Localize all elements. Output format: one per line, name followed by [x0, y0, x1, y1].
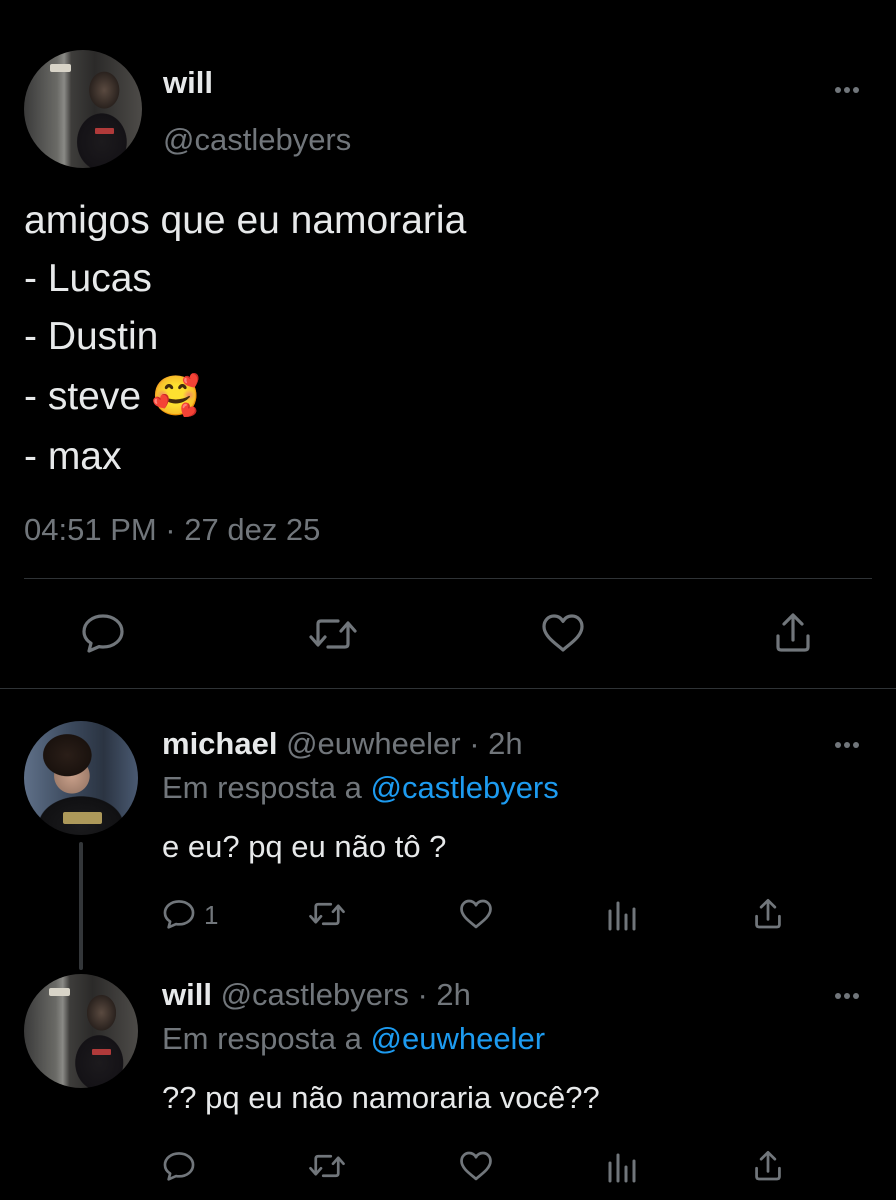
reply-icon[interactable] [80, 612, 126, 654]
avatar-sign [49, 987, 70, 996]
avatar[interactable] [24, 974, 138, 1088]
reply-text: ?? pq eu não namoraria você?? [162, 1080, 600, 1115]
handle[interactable]: @castlebyers [163, 121, 351, 159]
avatar[interactable] [24, 721, 138, 835]
handle[interactable]: @euwheeler [286, 726, 461, 761]
replying-to: Em resposta a @castlebyers [162, 769, 559, 807]
more-options-icon[interactable] [832, 986, 862, 1006]
avatar-shirt-print [92, 1049, 111, 1055]
analytics-icon[interactable] [606, 899, 638, 931]
share-icon[interactable] [752, 1148, 784, 1184]
retweet-icon[interactable] [308, 1151, 346, 1181]
like-icon[interactable] [458, 1150, 494, 1182]
tweet-text: amigos que eu namoraria - Lucas - Dustin… [24, 192, 466, 486]
reply-text: e eu? pq eu não tô ? [162, 829, 447, 864]
post-age[interactable]: · 2h [417, 977, 470, 1012]
retweet-icon[interactable] [308, 899, 346, 929]
reply-header: will @castlebyers · 2h [162, 976, 471, 1014]
replying-to: Em resposta a @euwheeler [162, 1020, 545, 1058]
replying-to-handle[interactable]: @castlebyers [371, 770, 559, 805]
more-options-icon[interactable] [832, 735, 862, 755]
like-icon[interactable] [458, 898, 494, 930]
tweet-line: - Dustin [24, 315, 159, 358]
post-age[interactable]: · 2h [469, 726, 522, 761]
avatar-shirt-print [62, 812, 102, 824]
retweet-icon[interactable] [308, 614, 358, 654]
tweet-line: - Lucas [24, 257, 152, 300]
divider [24, 578, 872, 579]
like-icon[interactable] [540, 612, 586, 654]
more-options-icon[interactable] [832, 80, 862, 100]
reply-header: michael @euwheeler · 2h [162, 725, 523, 763]
handle[interactable]: @castlebyers [221, 977, 409, 1012]
avatar[interactable] [24, 50, 142, 168]
replying-prefix: Em resposta a [162, 770, 362, 805]
display-name[interactable]: will [162, 977, 212, 1012]
analytics-icon[interactable] [606, 1151, 638, 1183]
display-name[interactable]: will [163, 64, 213, 102]
reply-icon[interactable] [162, 1150, 196, 1182]
replying-prefix: Em resposta a [162, 1021, 362, 1056]
avatar-sign [49, 64, 72, 73]
reply-count: 1 [204, 900, 219, 930]
share-icon[interactable] [752, 896, 784, 932]
display-name[interactable]: michael [162, 726, 277, 761]
tweet-line: - max [24, 435, 122, 478]
avatar-shirt-print [94, 127, 114, 134]
share-icon[interactable] [772, 610, 814, 656]
divider [0, 688, 896, 689]
tweet-line: - steve 🥰 [24, 375, 201, 418]
timestamp[interactable]: 04:51 PM · 27 dez 25 [24, 511, 320, 549]
reply-icon[interactable] [162, 898, 196, 930]
thread-line [79, 842, 83, 970]
replying-to-handle[interactable]: @euwheeler [371, 1021, 546, 1056]
tweet-line: amigos que eu namoraria [24, 199, 467, 242]
